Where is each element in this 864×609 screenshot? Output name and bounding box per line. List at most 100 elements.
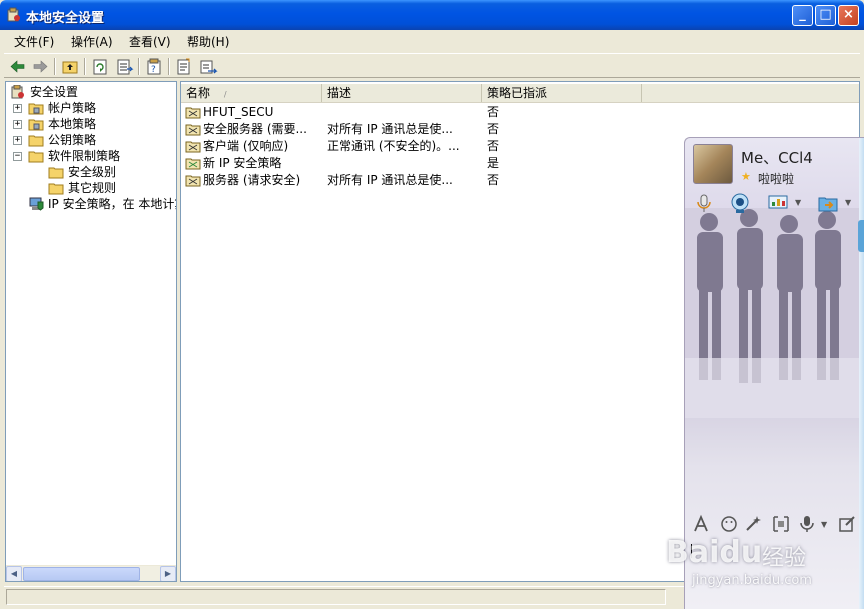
table-row[interactable]: HFUT_SECU 否 (181, 104, 859, 121)
folder-icon (28, 133, 44, 147)
menu-help[interactable]: 帮助(H) (183, 33, 233, 49)
tree-label: 公钥策略 (48, 133, 97, 147)
folder-icon (48, 165, 64, 179)
avatar[interactable] (693, 144, 733, 184)
toolbar-separator (54, 58, 56, 75)
cell-description: 对所有 IP 通讯总是使... (327, 173, 453, 187)
send-file-icon[interactable] (817, 192, 839, 214)
folder-icon (28, 117, 44, 131)
column-header-assigned[interactable]: 策略已指派 (482, 84, 642, 102)
scroll-left-button[interactable]: ◀ (6, 566, 22, 581)
chevron-down-icon[interactable]: ▼ (821, 520, 827, 529)
ip-policy-icon (185, 173, 201, 187)
column-header-name[interactable]: 名称 / (181, 84, 322, 102)
cell-description: 对所有 IP 通讯总是使... (327, 122, 453, 136)
menu-file[interactable]: 文件(F) (10, 33, 58, 49)
menu-bar: 文件(F) 操作(A) 查看(V) 帮助(H) (4, 30, 860, 52)
baidu-watermark: Baidu 经验 jingyan.baidu.com (666, 535, 864, 605)
chevron-down-icon[interactable]: ▼ (845, 198, 851, 207)
tree-pane[interactable]: 安全设置 + 帐户策略 + 本地策略 + 公钥策略 − 软件限制策略 安全级别 … (5, 81, 177, 582)
sort-indicator-icon: / (223, 90, 227, 99)
microphone-icon[interactable] (693, 192, 715, 214)
security-settings-icon (10, 84, 26, 99)
menu-action[interactable]: 操作(A) (67, 33, 117, 49)
tree-label: IP 安全策略，在 本地计算机 (48, 197, 176, 211)
security-settings-app-icon (6, 7, 22, 23)
export-list-icon[interactable] (114, 57, 134, 76)
emoji-icon[interactable] (719, 514, 739, 534)
webcam-icon[interactable] (729, 192, 751, 214)
tree-label: 安全级别 (68, 165, 117, 179)
column-header-label: 策略已指派 (487, 86, 548, 100)
column-header-label: 名称 (186, 86, 211, 100)
window-title: 本地安全设置 (26, 11, 105, 26)
tree-label: 本地策略 (48, 117, 97, 131)
watermark-url: jingyan.baidu.com (692, 573, 812, 588)
screenshot-icon[interactable] (771, 514, 791, 534)
collapse-toggle[interactable]: − (13, 152, 22, 161)
folder-icon (48, 181, 64, 195)
ip-policy-icon (185, 105, 201, 119)
help-icon[interactable] (174, 57, 194, 76)
tree-item-ip-security[interactable]: IP 安全策略，在 本地计算机 (6, 196, 176, 212)
toolbar-separator (138, 58, 140, 75)
toolbar: ? (4, 53, 860, 78)
column-header-label: 描述 (327, 86, 352, 100)
watermark-logo: Baidu (666, 535, 763, 570)
tree-item-account-policy[interactable]: + 帐户策略 (6, 100, 176, 116)
contact-name: Me、CCl4 (741, 149, 813, 167)
tree-label: 帐户策略 (48, 101, 97, 115)
svg-text:?: ? (151, 65, 156, 75)
edit-note-icon[interactable] (837, 514, 857, 534)
column-header-description[interactable]: 描述 (322, 84, 482, 102)
table-row[interactable]: 安全服务器 (需要... 对所有 IP 通讯总是使... 否 (181, 121, 859, 138)
import-icon[interactable] (198, 57, 218, 76)
expand-toggle[interactable]: + (13, 104, 22, 113)
cell-assigned: 否 (487, 139, 500, 153)
chat-background-photo (685, 208, 864, 418)
tree-item-public-key-policy[interactable]: + 公钥策略 (6, 132, 176, 148)
tree-item-software-restriction[interactable]: − 软件限制策略 (6, 148, 176, 164)
maximize-button[interactable]: □ (815, 5, 836, 26)
chevron-down-icon[interactable]: ▼ (795, 198, 801, 207)
cell-name: 新 IP 安全策略 (203, 156, 282, 170)
chat-side-tab[interactable] (858, 220, 864, 252)
cell-name: HFUT_SECU (203, 105, 274, 119)
tree-root[interactable]: 安全设置 (10, 84, 175, 100)
minimize-button[interactable]: _ (792, 5, 813, 26)
tree-label: 其它规则 (68, 181, 117, 195)
watermark-text: 经验 (762, 546, 807, 571)
folder-icon (28, 149, 44, 163)
ip-policy-icon (185, 156, 201, 170)
close-button[interactable]: × (838, 5, 859, 26)
tree-item-local-policy[interactable]: + 本地策略 (6, 116, 176, 132)
tree-root-label: 安全设置 (30, 85, 79, 99)
title-bar[interactable]: 本地安全设置 _ □ × (0, 0, 864, 30)
star-icon: ★ (741, 170, 751, 183)
scroll-thumb[interactable] (23, 567, 140, 581)
toolbar-separator (84, 58, 86, 75)
up-folder-icon[interactable] (60, 57, 80, 76)
expand-toggle[interactable]: + (13, 120, 22, 129)
cell-assigned: 否 (487, 122, 500, 136)
list-header: 名称 / 描述 策略已指派 (181, 84, 859, 103)
refresh-icon[interactable] (90, 57, 110, 76)
expand-toggle[interactable]: + (13, 136, 22, 145)
cell-name: 服务器 (请求安全) (203, 173, 301, 187)
screen-share-icon[interactable] (767, 192, 789, 214)
ip-policy-icon (185, 139, 201, 153)
folder-icon (28, 101, 44, 115)
magic-wand-icon[interactable] (743, 514, 763, 534)
voice-message-icon[interactable] (797, 514, 817, 534)
font-icon[interactable] (691, 514, 711, 534)
back-arrow-icon[interactable] (8, 57, 28, 76)
tree-horizontal-scrollbar[interactable]: ◀ ▶ (6, 565, 176, 581)
cell-assigned: 否 (487, 105, 500, 119)
scroll-right-button[interactable]: ▶ (160, 566, 176, 581)
menu-view[interactable]: 查看(V) (125, 33, 175, 49)
forward-arrow-icon[interactable] (30, 57, 50, 76)
properties-icon[interactable]: ? (144, 57, 164, 76)
tree-item-other-rules[interactable]: 其它规则 (6, 180, 176, 196)
format-toolbar: ▼ (685, 512, 864, 536)
tree-item-security-levels[interactable]: 安全级别 (6, 164, 176, 180)
